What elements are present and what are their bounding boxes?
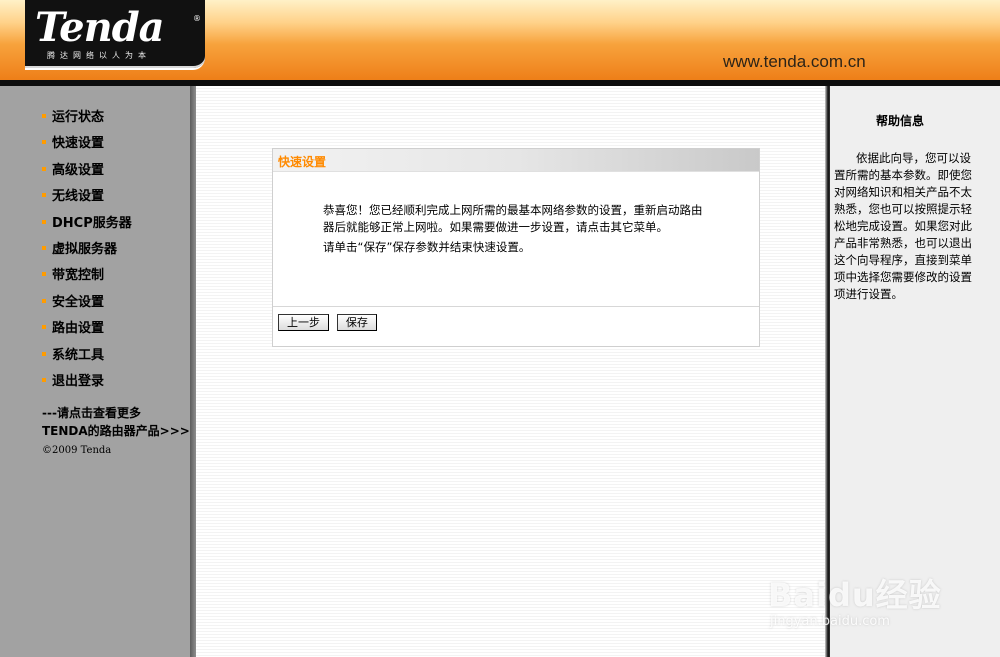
sidebar-item-security[interactable]: 安全设置 xyxy=(42,294,132,320)
panel-message: 恭喜您！您已经顺利完成上网所需的最基本网络参数的设置，重新启动路由器后就能够正常… xyxy=(323,202,713,259)
panel-buttons: 上一步 保存 xyxy=(278,314,381,331)
copyright: ©2009 Tenda xyxy=(42,445,112,456)
more-link-line1: ---请点击查看更多 xyxy=(42,406,141,420)
help-text: 依据此向导，您可以设置所需的基本参数。即使您对网络知识和相关产品不太熟悉，您也可… xyxy=(834,151,972,301)
sidebar-item-system-tools[interactable]: 系统工具 xyxy=(42,347,132,373)
more-link-line2: TENDA的路由器产品>>> xyxy=(42,424,190,438)
sidebar-item-wireless[interactable]: 无线设置 xyxy=(42,188,132,214)
quick-setup-panel: 快速设置 恭喜您！您已经顺利完成上网所需的最基本网络参数的设置，重新启动路由器后… xyxy=(272,148,760,347)
sidebar-item-label: 退出登录 xyxy=(52,373,105,389)
bullet-icon xyxy=(42,114,46,118)
completion-message: 恭喜您！您已经顺利完成上网所需的最基本网络参数的设置，重新启动路由器后就能够正常… xyxy=(323,203,703,234)
sidebar-item-label: 无线设置 xyxy=(52,189,105,205)
sidebar-item-routing[interactable]: 路由设置 xyxy=(42,320,132,346)
sidebar-item-virtual-server[interactable]: 虚拟服务器 xyxy=(42,241,132,267)
bullet-icon xyxy=(42,272,46,277)
site-url: www.tenda.com.cn xyxy=(723,52,866,71)
bullet-icon xyxy=(42,351,46,356)
bullet-icon xyxy=(42,377,46,382)
bullet-icon xyxy=(42,166,46,171)
bullet-icon xyxy=(42,193,46,198)
help-panel: 帮助信息 依据此向导，您可以设置所需的基本参数。即使您对网络知识和相关产品不太熟… xyxy=(830,86,1000,657)
help-title: 帮助信息 xyxy=(875,114,924,128)
sidebar-item-bandwidth[interactable]: 带宽控制 xyxy=(42,267,132,293)
panel-body: 恭喜您！您已经顺利完成上网所需的最基本网络参数的设置，重新启动路由器后就能够正常… xyxy=(273,171,759,307)
bullet-icon xyxy=(42,298,46,303)
more-products-link[interactable]: ---请点击查看更多 TENDA的路由器产品>>> xyxy=(42,404,190,440)
logo-slogan: 腾达网络以人为本 xyxy=(47,51,151,60)
sidebar-item-label: 安全设置 xyxy=(52,294,105,310)
sidebar-item-label: 虚拟服务器 xyxy=(52,241,118,257)
sidebar-item-label: 快速设置 xyxy=(52,136,105,152)
main-content: 快速设置 恭喜您！您已经顺利完成上网所需的最基本网络参数的设置，重新启动路由器后… xyxy=(196,86,825,657)
logo-registered-mark: ® xyxy=(193,14,201,23)
sidebar-item-label: 路由设置 xyxy=(52,321,105,337)
sidebar-item-dhcp[interactable]: DHCP服务器 xyxy=(42,215,132,241)
panel-title-bar: 快速设置 xyxy=(273,149,759,171)
bullet-icon xyxy=(42,325,46,330)
bullet-icon xyxy=(42,245,46,250)
tenda-logo: Tenda ® 腾达网络以人为本 xyxy=(25,0,205,70)
bullet-icon xyxy=(42,140,46,145)
bullet-icon xyxy=(42,219,46,224)
save-instruction: 请单击“保存”保存参数并结束快速设置。 xyxy=(323,240,531,254)
sidebar-item-run-status[interactable]: 运行状态 xyxy=(42,109,132,135)
save-button[interactable]: 保存 xyxy=(336,314,377,331)
sidebar-item-label: 高级设置 xyxy=(52,162,105,178)
sidebar-item-label: 系统工具 xyxy=(52,347,105,363)
sidebar-item-quick-setup[interactable]: 快速设置 xyxy=(42,135,132,161)
sidebar-item-label: 带宽控制 xyxy=(52,268,105,284)
logo-wordmark: Tenda xyxy=(35,4,165,51)
header-banner: Tenda ® 腾达网络以人为本 www.tenda.com.cn xyxy=(0,0,1000,80)
sidebar-item-label: DHCP服务器 xyxy=(52,215,132,231)
sidebar-item-advanced[interactable]: 高级设置 xyxy=(42,162,132,188)
back-button[interactable]: 上一步 xyxy=(278,314,329,331)
sidebar-item-label: 运行状态 xyxy=(52,110,105,125)
panel-title: 快速设置 xyxy=(278,155,327,169)
sidebar-item-logout[interactable]: 退出登录 xyxy=(42,373,132,399)
sidebar: 运行状态 快速设置 高级设置 无线设置 DHCP服务器 虚拟服务器 带宽控制 安… xyxy=(0,86,190,657)
sidebar-nav: 运行状态 快速设置 高级设置 无线设置 DHCP服务器 虚拟服务器 带宽控制 安… xyxy=(42,109,132,399)
